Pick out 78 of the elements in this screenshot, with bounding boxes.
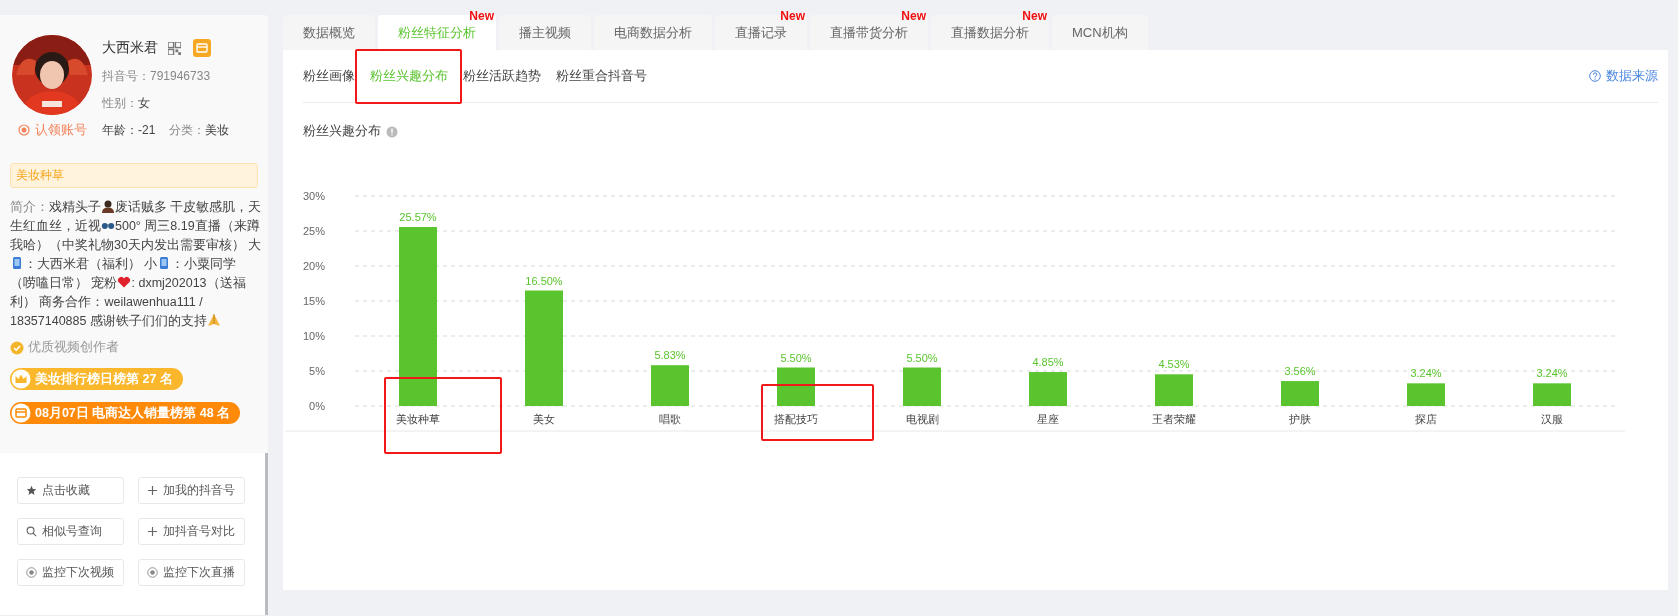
bar bbox=[1407, 383, 1445, 406]
tab[interactable]: 数据概览 bbox=[283, 15, 375, 50]
chart-title: 粉丝兴趣分布 bbox=[303, 123, 381, 140]
age-text: 年龄：-21 bbox=[102, 123, 156, 137]
action-button[interactable]: 点击收藏 bbox=[17, 477, 124, 504]
y-tick-label: 10% bbox=[302, 330, 325, 342]
category-label: 护肤 bbox=[1289, 413, 1311, 425]
sub-tab[interactable]: 粉丝重合抖音号 bbox=[556, 67, 647, 85]
bar bbox=[1155, 374, 1193, 406]
value-label: 25.57% bbox=[399, 211, 437, 223]
y-tick-label: 25% bbox=[302, 225, 325, 237]
action-button[interactable]: 加抖音号对比 bbox=[138, 518, 245, 545]
category-label: 电视剧 bbox=[905, 413, 939, 425]
tab[interactable]: MCN机构 bbox=[1052, 15, 1148, 50]
bar bbox=[777, 367, 815, 406]
category-label: 星座 bbox=[1037, 413, 1059, 425]
bar bbox=[651, 365, 689, 406]
bar bbox=[1281, 381, 1319, 406]
y-tick-label: 20% bbox=[302, 260, 325, 272]
eye-icon bbox=[147, 567, 158, 578]
heart-emoji-icon bbox=[117, 275, 132, 289]
value-label: 3.24% bbox=[1536, 367, 1568, 380]
douyin-id: 抖音号：791946733 bbox=[102, 68, 212, 85]
value-label: 3.24% bbox=[1410, 367, 1442, 380]
value-label: 5.50% bbox=[906, 351, 938, 364]
scrollbar[interactable] bbox=[265, 453, 268, 615]
shop-icon bbox=[11, 403, 31, 423]
category-tag: 美妆种草 bbox=[10, 163, 258, 188]
category-value: 美妆 bbox=[205, 123, 230, 137]
bar bbox=[903, 367, 941, 406]
category-label: 搭配技巧 bbox=[774, 413, 818, 425]
bar bbox=[1029, 372, 1067, 406]
value-label: 4.85% bbox=[1032, 356, 1064, 369]
category-label: 探店 bbox=[1415, 413, 1437, 425]
person-emoji-icon bbox=[101, 199, 115, 213]
y-tick-label: 15% bbox=[302, 295, 325, 307]
category-label: 美妆种草 bbox=[396, 413, 440, 425]
action-button[interactable]: 加我的抖音号 bbox=[138, 477, 245, 504]
sub-tab[interactable]: 粉丝画像 bbox=[303, 67, 355, 85]
account-name: 大西米君 bbox=[102, 39, 158, 57]
category-label: 唱歌 bbox=[659, 413, 681, 425]
value-label: 16.50% bbox=[525, 274, 563, 287]
search-icon bbox=[26, 526, 37, 537]
info-icon[interactable] bbox=[386, 125, 398, 138]
crown-icon bbox=[11, 369, 31, 389]
tab[interactable]: 播主视频 bbox=[499, 15, 591, 50]
category-label: 美女 bbox=[533, 413, 555, 425]
value-label: 3.56% bbox=[1284, 365, 1316, 378]
value-label: 4.53% bbox=[1158, 358, 1190, 371]
target-icon bbox=[17, 124, 30, 136]
plus-icon bbox=[147, 526, 158, 537]
bio-text: 简介：戏精头子 废话贼多 干皮敏感肌，天生红血丝，近视 500° 周三8.19直播（来蹲我哈）（中奖礼物30天内发出需要审核） 大 ：大西米君（福利） 小 ：小粟同学（唠嗑日常） 宠粉 : dxmj202013（送福利） 商务合作：weilawenhua111 / 18357140885 感谢铁子们们的支持 bbox=[10, 198, 262, 330]
data-source-link[interactable]: 数据来源 bbox=[1589, 67, 1658, 85]
gender-value: 女 bbox=[138, 96, 150, 110]
qr-code-icon[interactable] bbox=[168, 41, 181, 55]
plus-icon bbox=[147, 485, 158, 496]
category-label: 王者荣耀 bbox=[1152, 413, 1196, 425]
verified-label: 优质视频创作者 bbox=[28, 339, 119, 356]
sub-tab[interactable]: 粉丝活跃趋势 bbox=[463, 67, 541, 85]
category-label: 汉服 bbox=[1541, 413, 1563, 425]
gender-label: 性别： bbox=[102, 96, 138, 110]
action-button[interactable]: 监控下次直播 bbox=[138, 559, 245, 586]
bar bbox=[1533, 383, 1571, 406]
tab[interactable]: 电商数据分析 bbox=[594, 15, 712, 50]
value-label: 5.83% bbox=[654, 349, 686, 362]
y-tick-label: 0% bbox=[309, 400, 325, 412]
action-button[interactable]: 相似号查询 bbox=[17, 518, 124, 545]
help-icon bbox=[1589, 70, 1601, 82]
shop-icon[interactable] bbox=[193, 39, 211, 57]
eye-icon bbox=[26, 567, 37, 578]
y-tick-label: 30% bbox=[302, 190, 325, 202]
phone-emoji-icon bbox=[10, 256, 24, 270]
check-badge-icon bbox=[10, 340, 24, 355]
star-icon bbox=[26, 485, 37, 496]
action-button[interactable]: 监控下次视频 bbox=[17, 559, 124, 586]
y-tick-label: 5% bbox=[309, 365, 325, 377]
category-label: 分类： bbox=[169, 123, 206, 137]
value-label: 5.50% bbox=[780, 351, 812, 364]
